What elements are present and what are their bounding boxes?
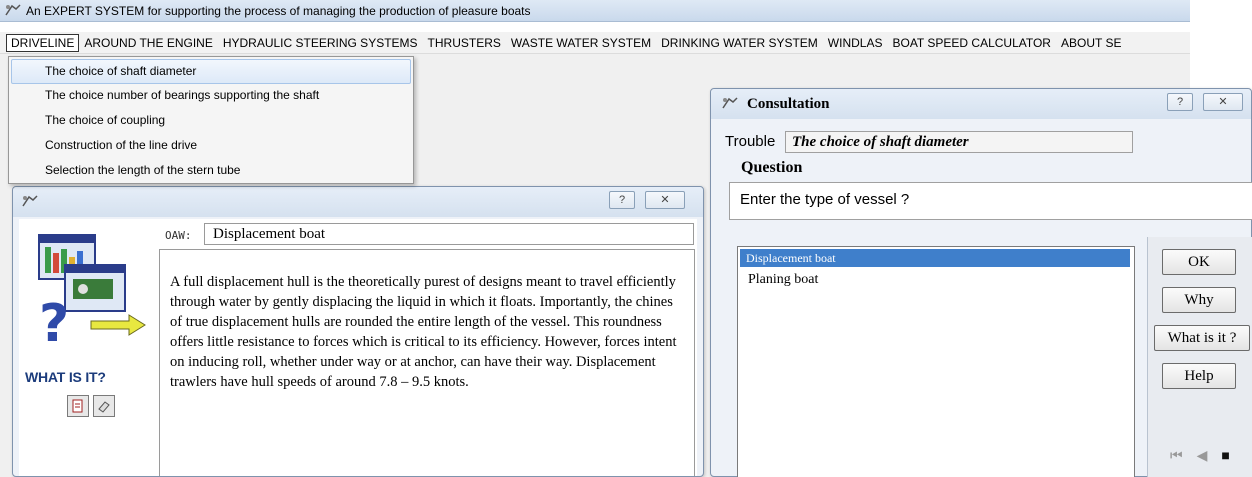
whatis-label: WHAT IS IT?: [25, 369, 106, 385]
app-titlebar: An EXPERT SYSTEM for supporting the proc…: [0, 0, 1190, 22]
help-button[interactable]: ?: [609, 191, 635, 209]
trouble-field: The choice of shaft diameter: [785, 131, 1133, 153]
answer-item[interactable]: Displacement boat: [740, 249, 1130, 267]
consultation-titlebar[interactable]: Consultation ? ✕: [711, 89, 1251, 119]
why-button[interactable]: Why: [1162, 287, 1236, 313]
consultation-title: Consultation: [747, 95, 830, 112]
dropdown-item-coupling[interactable]: The choice of coupling: [9, 109, 413, 134]
menu-bar: DRIVELINE AROUND THE ENGINE HYDRAULIC ST…: [0, 32, 1190, 54]
button-column: OK Why What is it ? Help ⏮ ◀ ■: [1147, 237, 1252, 477]
dropdown-item-stern-tube[interactable]: Selection the length of the stern tube: [9, 159, 413, 184]
computer-question-icon: ?: [38, 234, 146, 354]
dropdown-item-line-drive[interactable]: Construction of the line drive: [9, 134, 413, 159]
what-is-it-button[interactable]: What is it ?: [1154, 325, 1250, 351]
trouble-label: Trouble: [725, 133, 776, 150]
first-icon[interactable]: ⏮: [1170, 447, 1183, 464]
menu-around-the-engine[interactable]: AROUND THE ENGINE: [79, 34, 217, 52]
app-icon: [721, 96, 739, 112]
whatis-side-panel: ? WHAT IS IT?: [19, 219, 159, 476]
stop-icon[interactable]: ■: [1221, 447, 1229, 464]
whatis-dialog-titlebar[interactable]: ? ✕: [13, 187, 703, 217]
help-button[interactable]: Help: [1162, 363, 1236, 389]
whatis-dialog-body: ? WHAT IS IT? OAW: Displacement boat A f…: [19, 219, 697, 476]
prev-icon[interactable]: ◀: [1197, 447, 1208, 464]
close-button[interactable]: ✕: [1203, 93, 1243, 111]
answers-list[interactable]: Displacement boat Planing boat: [737, 246, 1135, 477]
question-label: Question: [741, 159, 803, 176]
menu-drinking-water[interactable]: DRINKING WATER SYSTEM: [656, 34, 823, 52]
svg-text:?: ?: [39, 294, 69, 354]
menu-hydraulic-steering[interactable]: HYDRAULIC STEERING SYSTEMS: [218, 34, 423, 52]
oaw-label: OAW:: [165, 229, 192, 242]
menu-waste-water[interactable]: WASTE WATER SYSTEM: [506, 34, 656, 52]
answer-item[interactable]: Planing boat: [738, 271, 1134, 289]
app-icon: [21, 194, 39, 210]
driveline-dropdown: The choice of shaft diameter The choice …: [8, 56, 414, 184]
close-button[interactable]: ✕: [645, 191, 685, 209]
description-text: A full displacement hull is the theoreti…: [159, 249, 695, 476]
menu-boat-speed-calculator[interactable]: BOAT SPEED CALCULATOR: [887, 34, 1056, 52]
oaw-field: Displacement boat: [204, 223, 694, 245]
print-icon[interactable]: [67, 395, 89, 417]
book-icon[interactable]: [93, 395, 115, 417]
nav-controls: ⏮ ◀ ■: [1170, 447, 1230, 464]
menu-thrusters[interactable]: THRUSTERS: [423, 34, 506, 52]
dropdown-item-bearings[interactable]: The choice number of bearings supporting…: [9, 84, 413, 109]
app-title: An EXPERT SYSTEM for supporting the proc…: [26, 3, 531, 18]
dropdown-item-shaft-diameter[interactable]: The choice of shaft diameter: [11, 59, 411, 84]
ok-button[interactable]: OK: [1162, 249, 1236, 275]
whatis-dialog: ? ✕ ? WHAT IS IT? OAW: Displacement boat…: [12, 186, 704, 477]
menu-driveline[interactable]: DRIVELINE: [6, 33, 80, 52]
menu-about[interactable]: ABOUT SE: [1056, 34, 1126, 52]
app-icon: [4, 3, 22, 19]
consultation-dialog: Consultation ? ✕ Trouble The choice of s…: [710, 88, 1252, 477]
question-text: Enter the type of vessel ?: [729, 182, 1252, 220]
menu-windlas[interactable]: WINDLAS: [823, 34, 888, 52]
help-button[interactable]: ?: [1167, 93, 1193, 111]
